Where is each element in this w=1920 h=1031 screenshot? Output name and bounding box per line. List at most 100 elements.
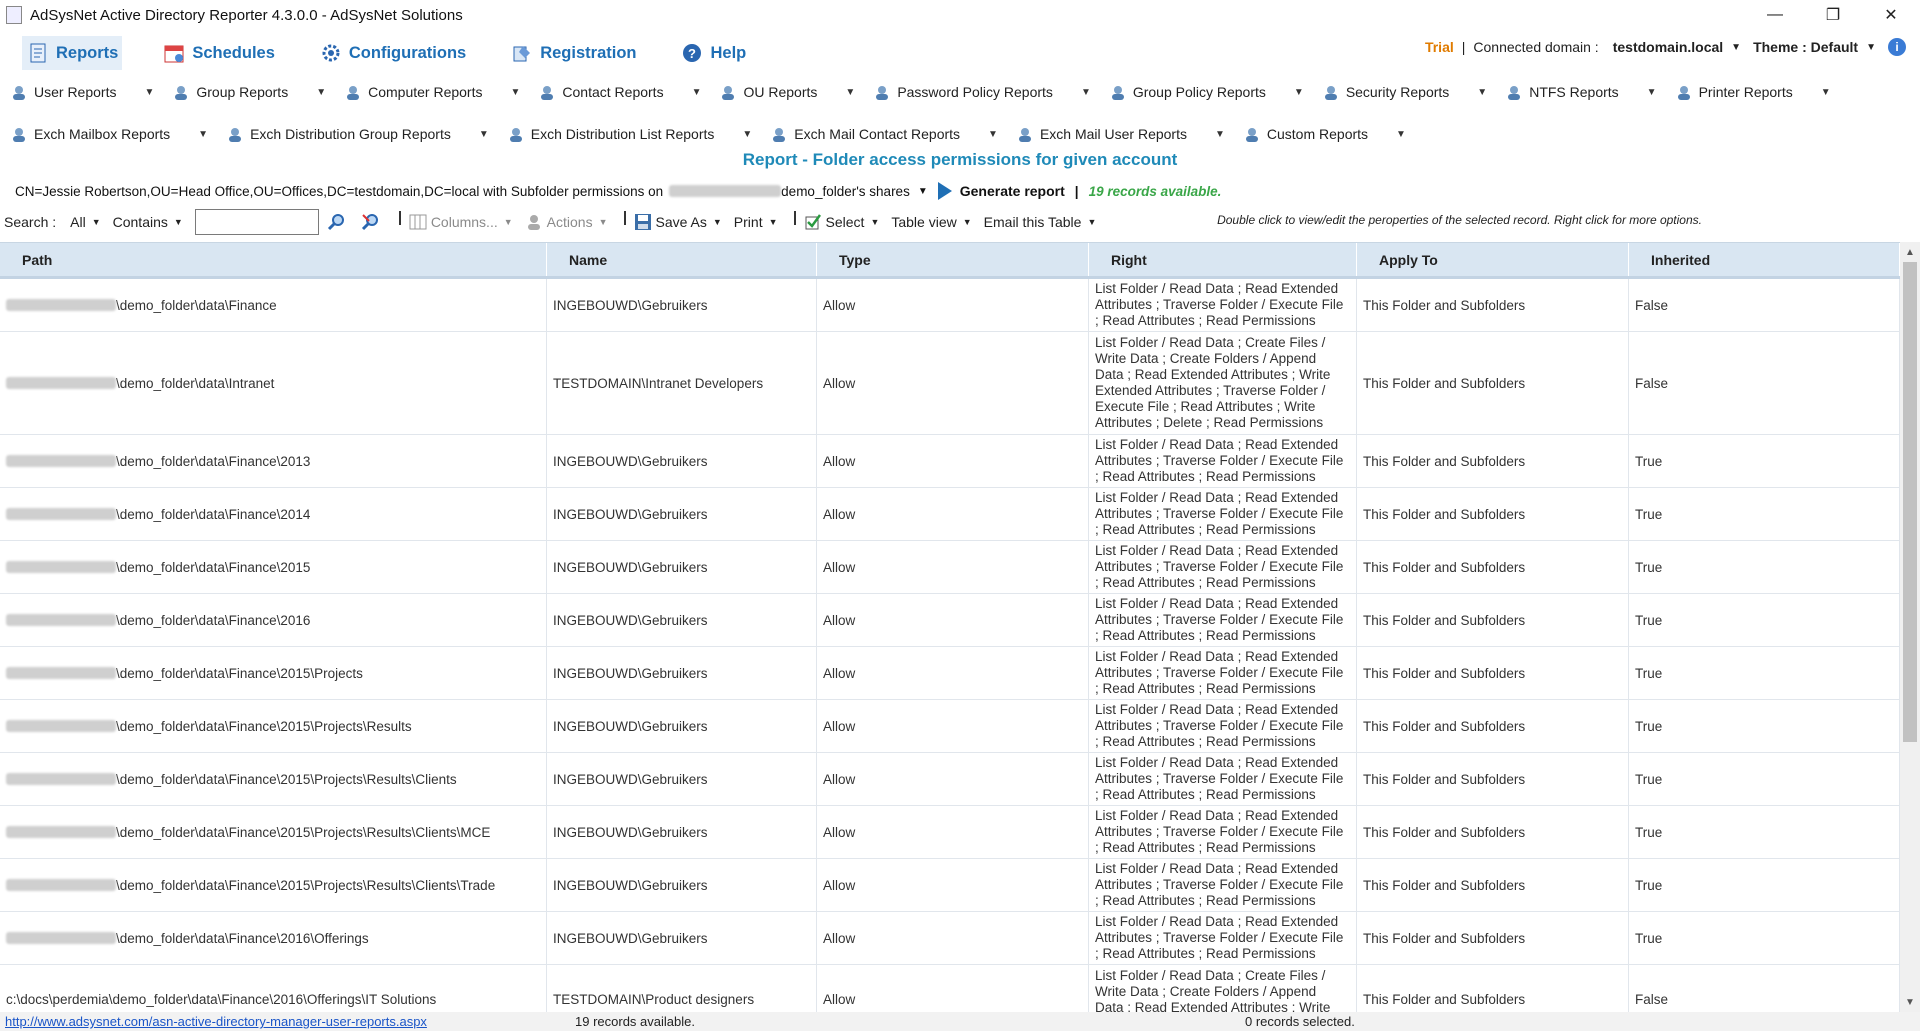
category-menu-security-reports[interactable]: Security Reports ▼ <box>1322 83 1495 101</box>
menu-reports[interactable]: Reports <box>22 36 123 70</box>
cell-path: \demo_folder\data\Finance\2015\Projects\… <box>0 806 547 858</box>
scrollbar-thumb[interactable] <box>1903 262 1917 742</box>
search-button[interactable] <box>327 213 349 231</box>
category-menu-exch-distribution-list-reports[interactable]: Exch Distribution List Reports ▼ <box>507 125 761 143</box>
table-row[interactable]: \demo_folder\data\Finance\2015\Projects\… <box>0 753 1900 806</box>
column-header-right[interactable]: Right <box>1089 243 1357 276</box>
chevron-down-icon[interactable]: ▼ <box>479 129 489 140</box>
table-row[interactable]: \demo_folder\data\Finance\2015\Projects\… <box>0 806 1900 859</box>
domain-selector[interactable]: testdomain.local <box>1613 39 1723 55</box>
cell-name: TESTDOMAIN\Product designers <box>547 965 817 1012</box>
column-header-name[interactable]: Name <box>547 243 817 276</box>
cell-right-line: ; Read Attributes ; Read Permissions <box>1095 522 1316 537</box>
minimize-button[interactable]: — <box>1746 0 1804 30</box>
chevron-down-icon[interactable]: ▼ <box>1821 87 1831 98</box>
select-button[interactable]: Select ▼ <box>804 213 879 231</box>
table-row[interactable]: \demo_folder\data\Finance\2015\Projects\… <box>0 700 1900 753</box>
chevron-down-icon[interactable]: ▼ <box>1396 129 1406 140</box>
menu-configurations[interactable]: Configurations <box>315 36 470 70</box>
help-link[interactable]: http://www.adsysnet.com/asn-active-direc… <box>5 1014 575 1029</box>
actions-button[interactable]: Actions ▼ <box>525 213 608 231</box>
table-row[interactable]: \demo_folder\data\Finance\2015 INGEBOUWD\… <box>0 541 1900 594</box>
table-view-button[interactable]: Table view ▼ <box>891 214 971 230</box>
scroll-down-icon[interactable]: ▼ <box>1900 992 1920 1012</box>
chevron-down-icon[interactable]: ▼ <box>988 129 998 140</box>
menu-schedules[interactable]: Schedules <box>158 36 279 70</box>
table-row[interactable]: \demo_folder\data\Finance\2016\Offerings… <box>0 912 1900 965</box>
scroll-up-icon[interactable]: ▲ <box>1900 242 1920 262</box>
cell-right-line: Attributes ; Traverse Folder / Execute F… <box>1095 771 1344 786</box>
table-row[interactable]: \demo_folder\data\Finance INGEBOUWD\Gebru… <box>0 279 1900 332</box>
chevron-down-icon[interactable]: ▼ <box>692 87 702 98</box>
category-menu-computer-reports[interactable]: Computer Reports ▼ <box>344 83 528 101</box>
category-menu-exch-mailbox-reports[interactable]: Exch Mailbox Reports ▼ <box>10 125 216 143</box>
category-menu-exch-mail-contact-reports[interactable]: Exch Mail Contact Reports ▼ <box>770 125 1006 143</box>
category-menu-contact-reports[interactable]: Contact Reports ▼ <box>538 83 709 101</box>
category-menu-group-reports[interactable]: Group Reports ▼ <box>172 83 334 101</box>
cell-right-line: ; Read Attributes ; Read Permissions <box>1095 469 1316 484</box>
trial-badge[interactable]: Trial <box>1425 39 1454 55</box>
column-header-apply-to[interactable]: Apply To <box>1357 243 1629 276</box>
match-type-dropdown[interactable]: Contains ▼ <box>113 214 183 230</box>
restore-button[interactable]: ❐ <box>1804 0 1862 30</box>
chevron-down-icon[interactable]: ▼ <box>1477 87 1487 98</box>
category-menu-printer-reports[interactable]: Printer Reports ▼ <box>1675 83 1839 101</box>
category-menu-exch-distribution-group-reports[interactable]: Exch Distribution Group Reports ▼ <box>226 125 497 143</box>
category-menu-password-policy-reports[interactable]: Password Policy Reports ▼ <box>873 83 1099 101</box>
column-header-type[interactable]: Type <box>817 243 1089 276</box>
save-as-button[interactable]: Save As ▼ <box>634 213 722 231</box>
search-input[interactable] <box>194 209 319 235</box>
menu-schedules-label: Schedules <box>192 43 275 62</box>
cell-inherited: False <box>1629 965 1900 1012</box>
menu-registration[interactable]: Registration <box>506 36 640 70</box>
report-category-icon <box>226 125 244 143</box>
print-button[interactable]: Print ▼ <box>734 214 778 230</box>
vertical-scrollbar[interactable]: ▲ ▼ <box>1900 242 1920 1012</box>
chevron-down-icon[interactable]: ▼ <box>918 186 928 197</box>
cell-right-line: ; Read Attributes ; Read Permissions <box>1095 946 1316 961</box>
table-row[interactable]: \demo_folder\data\Intranet TESTDOMAIN\Int… <box>0 332 1900 435</box>
category-menu-ou-reports[interactable]: OU Reports ▼ <box>719 83 863 101</box>
info-icon[interactable]: i <box>1888 38 1906 56</box>
generate-report-button[interactable]: Generate report <box>937 182 1065 200</box>
menu-help[interactable]: ? Help <box>676 36 750 70</box>
category-menu-user-reports[interactable]: User Reports ▼ <box>10 83 162 101</box>
chevron-down-icon[interactable]: ▼ <box>1081 87 1091 98</box>
chevron-down-icon[interactable]: ▼ <box>742 129 752 140</box>
cell-right-lines: List Folder / Read Data ; Read Extended A… <box>1095 490 1343 538</box>
column-header-path[interactable]: Path <box>0 243 547 276</box>
close-button[interactable]: ✕ <box>1862 0 1920 30</box>
chevron-down-icon[interactable]: ▼ <box>198 129 208 140</box>
table-row[interactable]: \demo_folder\data\Finance\2015\Projects\… <box>0 859 1900 912</box>
search-scope-dropdown[interactable]: All ▼ <box>70 214 100 230</box>
cell-path-text: c:\docs\perdemia\demo_folder\data\Financ… <box>6 992 437 1007</box>
table-row[interactable]: \demo_folder\data\Finance\2014 INGEBOUWD\… <box>0 488 1900 541</box>
chevron-down-icon[interactable]: ▼ <box>1866 42 1876 53</box>
clear-search-button[interactable] <box>361 213 383 231</box>
email-table-button[interactable]: Email this Table ▼ <box>984 214 1097 230</box>
column-header-inherited[interactable]: Inherited <box>1629 243 1900 276</box>
theme-selector[interactable]: Theme : Default <box>1753 39 1858 55</box>
chevron-down-icon[interactable]: ▼ <box>1215 129 1225 140</box>
table-row[interactable]: \demo_folder\data\Finance\2013 INGEBOUWD\… <box>0 435 1900 488</box>
report-category-icon <box>172 83 190 101</box>
category-menu-exch-mail-user-reports[interactable]: Exch Mail User Reports ▼ <box>1016 125 1233 143</box>
table-row[interactable]: c:\docs\perdemia\demo_folder\data\Financ… <box>0 965 1900 1012</box>
chevron-down-icon[interactable]: ▼ <box>845 87 855 98</box>
results-table[interactable]: Path Name Type Right Apply To Inherited … <box>0 242 1900 1012</box>
report-criteria: CN=Jessie Robertson,OU=Head Office,OU=Of… <box>15 180 1221 202</box>
category-menu-group-policy-reports[interactable]: Group Policy Reports ▼ <box>1109 83 1312 101</box>
table-row[interactable]: \demo_folder\data\Finance\2016 INGEBOUWD\… <box>0 594 1900 647</box>
chevron-down-icon[interactable]: ▼ <box>1731 42 1741 53</box>
cell-type: Allow <box>817 332 1089 434</box>
table-row[interactable]: \demo_folder\data\Finance\2015\Projects I… <box>0 647 1900 700</box>
chevron-down-icon[interactable]: ▼ <box>511 87 521 98</box>
category-menu-ntfs-reports[interactable]: NTFS Reports ▼ <box>1505 83 1664 101</box>
category-menu-custom-reports[interactable]: Custom Reports ▼ <box>1243 125 1414 143</box>
category-label: Group Reports <box>196 84 289 100</box>
chevron-down-icon[interactable]: ▼ <box>316 87 326 98</box>
chevron-down-icon[interactable]: ▼ <box>144 87 154 98</box>
columns-button[interactable]: Columns... ▼ <box>409 213 513 231</box>
chevron-down-icon[interactable]: ▼ <box>1294 87 1304 98</box>
chevron-down-icon[interactable]: ▼ <box>1647 87 1657 98</box>
